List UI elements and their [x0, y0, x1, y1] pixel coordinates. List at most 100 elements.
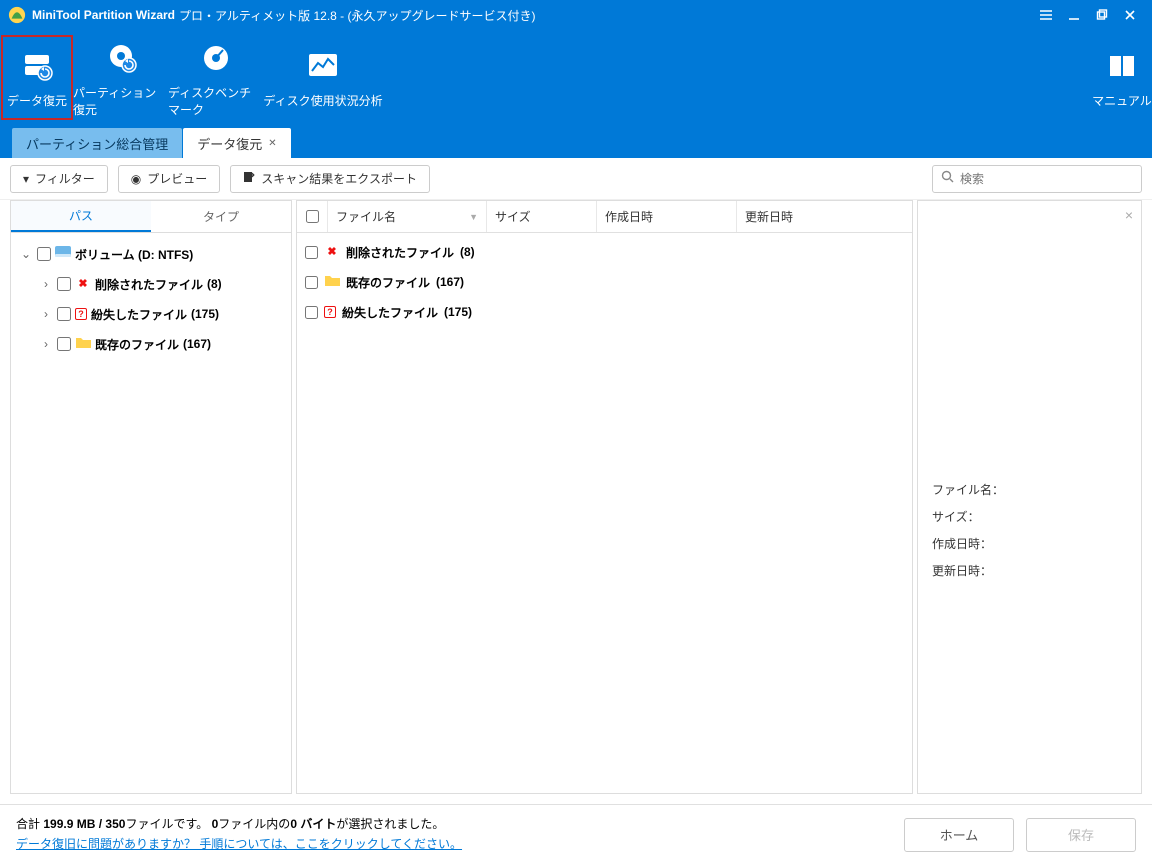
- header-label: ファイル名: [336, 208, 396, 225]
- header-modified[interactable]: 更新日時: [737, 201, 887, 232]
- folder-icon: [324, 274, 340, 290]
- save-button[interactable]: 保存: [1026, 818, 1136, 852]
- footer-text: 合計: [16, 817, 40, 831]
- export-button[interactable]: スキャン結果をエクスポート: [230, 165, 430, 193]
- app-title-edition: プロ・アルティメット版 12.8 - (永久アップグレードサービス付き): [179, 7, 536, 24]
- eye-icon: ◉: [131, 172, 141, 186]
- folder-icon: [75, 336, 91, 352]
- footer-text: が選択されました。: [336, 817, 444, 831]
- left-tabbar: パス タイプ: [11, 201, 291, 233]
- preview-button[interactable]: ◉ プレビュー: [118, 165, 221, 193]
- tree-checkbox[interactable]: [57, 337, 71, 351]
- sort-desc-icon: ▼: [469, 212, 478, 222]
- search-box[interactable]: [932, 165, 1142, 193]
- ribbon-disk-benchmark[interactable]: ディスクベンチマーク: [168, 35, 263, 120]
- left-tab-type[interactable]: タイプ: [151, 201, 291, 232]
- expander-icon[interactable]: ›: [39, 277, 53, 291]
- tree-volume-row[interactable]: ⌄ ボリューム (D: NTFS): [15, 239, 287, 269]
- app-title-bold: MiniTool Partition Wizard: [32, 8, 175, 22]
- row-checkbox[interactable]: [305, 306, 318, 319]
- detail-name: ファイル名：: [932, 481, 1127, 498]
- file-list: ✖ 削除されたファイル (8) 既存のファイル (167) ? 紛失したファイル…: [297, 233, 912, 793]
- ribbon-toolbar: データ復元 パーティション復元 ディスクベンチマーク ディスク使用状況分析 マニ…: [0, 30, 1152, 125]
- deleted-icon: ✖: [324, 244, 340, 260]
- detail-created: 作成日時：: [932, 535, 1127, 552]
- tree-deleted-row[interactable]: › ✖ 削除されたファイル (8): [15, 269, 287, 299]
- ribbon-label: ディスクベンチマーク: [168, 84, 263, 118]
- left-tab-path[interactable]: パス: [11, 201, 151, 232]
- header-checkbox[interactable]: [306, 210, 319, 223]
- tree-checkbox[interactable]: [57, 277, 71, 291]
- close-button[interactable]: [1116, 4, 1144, 26]
- tree-existing-row[interactable]: › 既存のファイル (167): [15, 329, 287, 359]
- header-created[interactable]: 作成日時: [597, 201, 737, 232]
- detail-modified: 更新日時：: [932, 562, 1127, 579]
- tree-checkbox[interactable]: [57, 307, 71, 321]
- data-recovery-icon: [20, 46, 54, 86]
- footer-text: /: [99, 817, 102, 831]
- file-name: 紛失したファイル: [342, 304, 438, 321]
- volume-icon: [55, 246, 71, 262]
- ribbon-partition-recovery[interactable]: パーティション復元: [73, 35, 168, 120]
- file-row-deleted[interactable]: ✖ 削除されたファイル (8): [297, 237, 912, 267]
- tree-lost-row[interactable]: › ? 紛失したファイル (175): [15, 299, 287, 329]
- file-row-lost[interactable]: ? 紛失したファイル (175): [297, 297, 912, 327]
- file-row-existing[interactable]: 既存のファイル (167): [297, 267, 912, 297]
- filter-icon: ▾: [23, 172, 29, 186]
- header-name[interactable]: ファイル名 ▼: [327, 201, 487, 232]
- expander-icon[interactable]: ›: [39, 337, 53, 351]
- file-name: 削除されたファイル: [346, 244, 454, 261]
- button-label: ホーム: [940, 825, 979, 844]
- button-label: フィルター: [35, 170, 95, 187]
- button-label: プレビュー: [147, 170, 207, 187]
- details-close-icon[interactable]: ×: [1125, 207, 1133, 223]
- ribbon-data-recovery[interactable]: データ復元: [1, 35, 73, 120]
- detail-size: サイズ：: [932, 508, 1127, 525]
- row-checkbox[interactable]: [305, 276, 318, 289]
- minimize-button[interactable]: [1060, 4, 1088, 26]
- expander-icon[interactable]: ›: [39, 307, 53, 321]
- footer-text: ファイルです。: [125, 817, 208, 831]
- home-button[interactable]: ホーム: [904, 818, 1014, 852]
- manual-icon: [1107, 46, 1137, 86]
- title-bar: MiniTool Partition Wizard プロ・アルティメット版 12…: [0, 0, 1152, 30]
- file-count: (8): [460, 245, 475, 259]
- partition-recovery-icon: [104, 38, 138, 78]
- header-checkbox-cell[interactable]: [297, 201, 327, 232]
- tree-count: (8): [207, 277, 222, 291]
- left-tab-label: タイプ: [203, 208, 239, 225]
- ribbon-disk-usage[interactable]: ディスク使用状況分析: [263, 35, 383, 120]
- expander-icon[interactable]: ⌄: [19, 247, 33, 261]
- file-count: (175): [444, 305, 472, 319]
- hamburger-icon[interactable]: [1032, 4, 1060, 26]
- tree-count: (167): [183, 337, 211, 351]
- footer-text: ファイル内の: [218, 817, 290, 831]
- button-label: 保存: [1068, 825, 1094, 844]
- file-name: 既存のファイル: [346, 274, 430, 291]
- tree-checkbox[interactable]: [37, 247, 51, 261]
- search-input[interactable]: [960, 172, 1133, 186]
- tab-close-icon[interactable]: ✕: [268, 138, 276, 149]
- ribbon-label: データ復元: [7, 92, 67, 109]
- tab-data-recovery[interactable]: データ復元 ✕: [183, 128, 290, 158]
- button-label: スキャン結果をエクスポート: [261, 170, 417, 187]
- tree-count: (175): [191, 307, 219, 321]
- tab-partition-mgmt[interactable]: パーティション総合管理: [12, 128, 182, 158]
- header-label: サイズ: [495, 208, 531, 225]
- tab-bar: パーティション総合管理 データ復元 ✕: [0, 125, 1152, 158]
- main-area: パス タイプ ⌄ ボリューム (D: NTFS) › ✖ 削除されたファイル (…: [0, 200, 1152, 804]
- column-header: ファイル名 ▼ サイズ 作成日時 更新日時: [297, 201, 912, 233]
- ribbon-manual[interactable]: マニュアル: [1092, 35, 1152, 120]
- footer-size: 199.9 MB: [43, 817, 95, 831]
- file-list-pane: ファイル名 ▼ サイズ 作成日時 更新日時 ✖ 削除されたファイル (8) 既存…: [296, 200, 913, 794]
- tree-label: 削除されたファイル: [95, 276, 203, 293]
- footer-help-link[interactable]: データ復旧に問題がありますか？ 手順については、ここをクリックしてください。: [16, 837, 462, 851]
- row-checkbox[interactable]: [305, 246, 318, 259]
- header-size[interactable]: サイズ: [487, 201, 597, 232]
- filter-button[interactable]: ▾ フィルター: [10, 165, 108, 193]
- lost-icon: ?: [324, 306, 336, 318]
- left-pane: パス タイプ ⌄ ボリューム (D: NTFS) › ✖ 削除されたファイル (…: [10, 200, 292, 794]
- footer-selected-bytes: 0 バイト: [290, 817, 336, 831]
- ribbon-label: パーティション復元: [73, 84, 168, 118]
- maximize-button[interactable]: [1088, 4, 1116, 26]
